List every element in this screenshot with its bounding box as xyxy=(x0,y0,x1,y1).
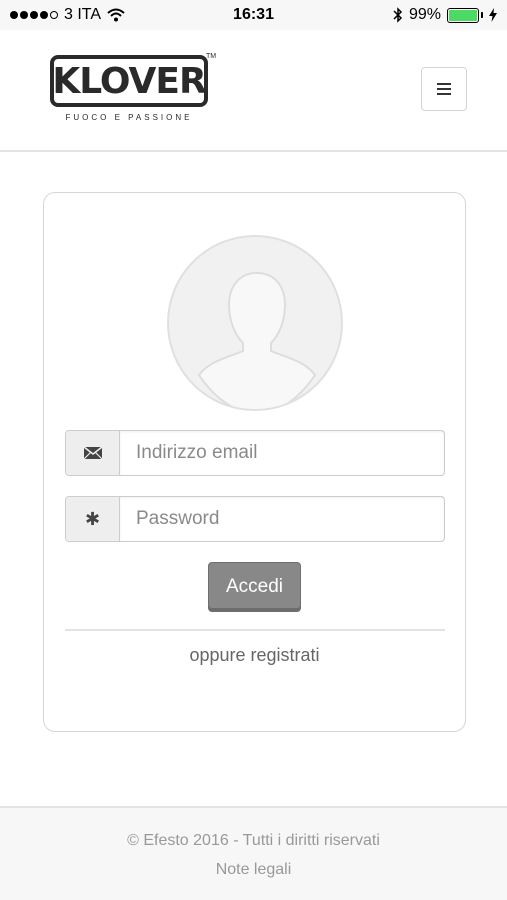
bluetooth-icon xyxy=(393,7,403,23)
password-input-group: ✱ xyxy=(65,496,445,542)
status-right: 99% xyxy=(393,6,497,24)
logo-wordmark: KLOVER xyxy=(50,55,208,107)
site-footer: © Efesto 2016 - Tutti i diritti riservat… xyxy=(0,806,507,900)
klover-logo[interactable]: KLOVER TM FUOCO E PASSIONE xyxy=(50,53,220,125)
site-header: KLOVER TM FUOCO E PASSIONE xyxy=(0,30,507,152)
asterisk-icon: ✱ xyxy=(66,497,120,541)
logo-trademark: TM xyxy=(206,53,217,60)
status-left: 3 ITA xyxy=(10,6,125,24)
battery-icon xyxy=(447,7,483,23)
menu-toggle-button[interactable] xyxy=(421,67,467,111)
user-silhouette-icon xyxy=(167,235,343,411)
battery-fill xyxy=(449,9,477,21)
email-input-group xyxy=(65,430,445,476)
battery-percent: 99% xyxy=(408,6,441,23)
legal-notes-link[interactable]: Note legali xyxy=(0,861,507,879)
hamburger-icon xyxy=(437,83,451,95)
register-link[interactable]: oppure registrati xyxy=(44,645,465,666)
copyright-text: © Efesto 2016 - Tutti i diritti riservat… xyxy=(127,832,380,849)
card-divider xyxy=(65,629,445,631)
status-bar: 3 ITA 16:31 99% xyxy=(0,0,507,30)
logo-tagline: FUOCO E PASSIONE xyxy=(65,113,193,122)
email-input[interactable] xyxy=(120,431,444,475)
login-button[interactable]: Accedi xyxy=(208,562,301,612)
carrier-label: 3 ITA xyxy=(64,6,102,23)
charging-icon xyxy=(489,8,497,22)
login-card: ✱ Accedi oppure registrati xyxy=(43,192,466,732)
wifi-icon xyxy=(107,8,125,22)
envelope-icon xyxy=(66,431,120,475)
password-input[interactable] xyxy=(120,497,444,541)
status-time: 16:31 xyxy=(233,6,274,23)
signal-dots-icon xyxy=(10,11,58,19)
